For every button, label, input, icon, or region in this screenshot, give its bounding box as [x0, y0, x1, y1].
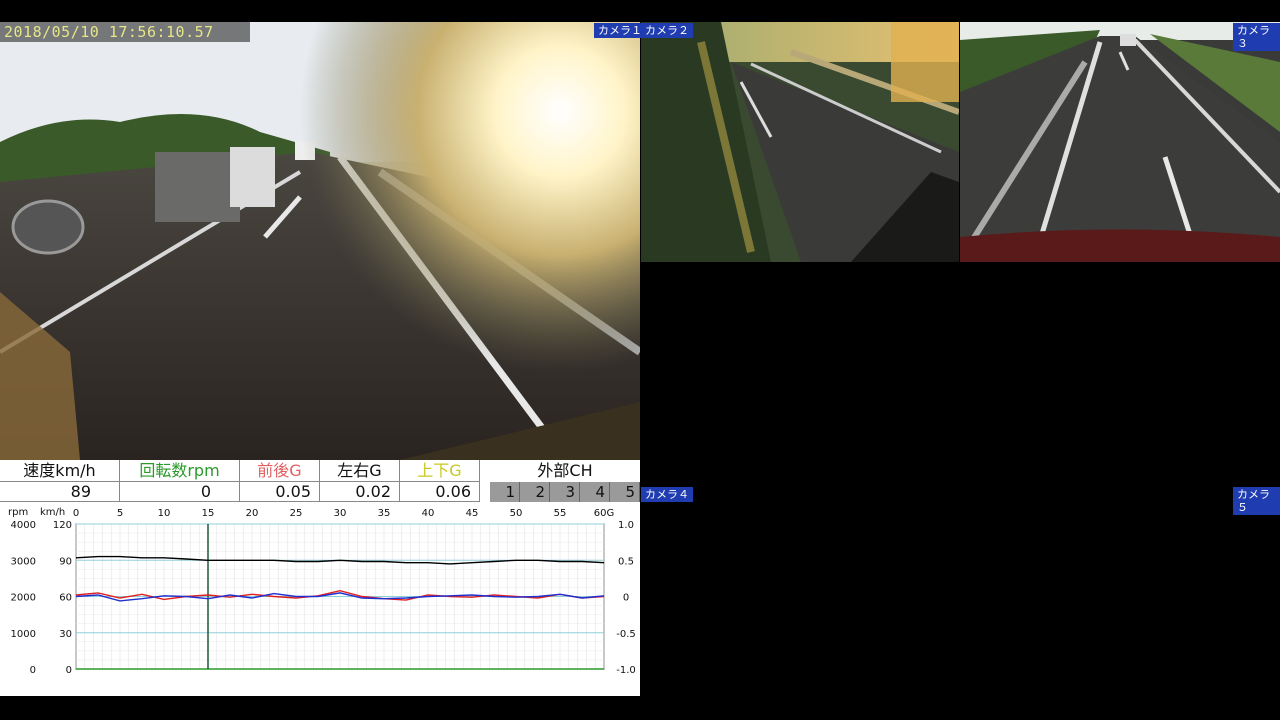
g-tick-label: 1.0 [618, 520, 634, 531]
camera-3-view[interactable] [960, 22, 1280, 262]
rpm-axis-label: rpm [8, 507, 28, 518]
rpm-tick-label: 1000 [11, 629, 36, 640]
camera-2-label: カメラ２ [641, 23, 693, 38]
speed-header: 速度km/h [0, 460, 120, 482]
sensor-readout-table: 速度km/h 回転数rpm 前後G 左右G 上下G 89 0 0.05 0.02… [0, 460, 640, 502]
camera-5-label: カメラ５ [1233, 487, 1280, 515]
x-tick-label: 15 [202, 508, 215, 519]
x-tick-label: 45 [466, 508, 479, 519]
external-channel-2[interactable]: 2 [520, 482, 550, 502]
g-tick-label: -1.0 [616, 665, 636, 676]
camera-2-view[interactable] [641, 22, 959, 262]
rpm-header: 回転数rpm [120, 460, 240, 482]
camera-1-label: カメラ１ [594, 23, 646, 38]
external-channels: 外部CH 1 2 3 4 5 [490, 460, 640, 502]
recording-timestamp: 2018/05/10 17:56:10.57 [0, 22, 250, 42]
rpm-tick-label: 2000 [11, 593, 36, 604]
x-tick-label: 50 [510, 508, 523, 519]
kmh-axis-label: km/h [40, 507, 65, 518]
lateral-g-value: 0.02 [320, 482, 400, 502]
camera-3-image [960, 22, 1280, 262]
camera-3-label: カメラ３ [1233, 23, 1280, 51]
fore-aft-g-value: 0.05 [240, 482, 320, 502]
x-tick-label: 60G [594, 508, 614, 519]
external-channel-3[interactable]: 3 [550, 482, 580, 502]
external-channel-1[interactable]: 1 [490, 482, 520, 502]
x-tick-label: 55 [554, 508, 567, 519]
kmh-tick-label: 60 [59, 593, 72, 604]
rpm-tick-label: 3000 [11, 556, 36, 567]
x-tick-label: 0 [73, 508, 79, 519]
kmh-tick-label: 30 [59, 629, 72, 640]
rpm-value: 0 [120, 482, 240, 502]
camera-1-image [0, 22, 640, 460]
speed-value: 89 [0, 482, 120, 502]
rpm-tick-label: 4000 [11, 520, 36, 531]
external-channels-title: 外部CH [490, 460, 640, 482]
lateral-g-header: 左右G [320, 460, 400, 482]
x-tick-label: 25 [290, 508, 303, 519]
x-tick-label: 30 [334, 508, 347, 519]
x-tick-label: 10 [158, 508, 171, 519]
x-tick-label: 40 [422, 508, 435, 519]
vertical-g-value: 0.06 [400, 482, 480, 502]
external-channel-5[interactable]: 5 [610, 482, 640, 502]
sensor-graph[interactable]: rpm km/h 4000 3000 2000 1000 0 120 90 60 30 0 1.0 0… [0, 502, 640, 696]
camera-1-view[interactable] [0, 22, 640, 460]
external-channel-4[interactable]: 4 [580, 482, 610, 502]
x-tick-label: 35 [378, 508, 391, 519]
g-tick-label: 0.5 [618, 556, 634, 567]
g-tick-label: 0 [623, 593, 629, 604]
vertical-g-header: 上下G [400, 460, 480, 482]
camera-4-label: カメラ４ [641, 487, 693, 502]
x-tick-label: 20 [246, 508, 259, 519]
x-tick-label: 5 [117, 508, 123, 519]
kmh-tick-label: 90 [59, 556, 72, 567]
camera-2-image [641, 22, 959, 262]
g-tick-label: -0.5 [616, 629, 636, 640]
fore-aft-g-header: 前後G [240, 460, 320, 482]
kmh-tick-label: 0 [66, 665, 72, 676]
kmh-tick-label: 120 [53, 520, 72, 531]
rpm-tick-label: 0 [30, 665, 36, 676]
sensor-graph-svg: rpm km/h 4000300020001000012090603001.00… [8, 507, 636, 676]
